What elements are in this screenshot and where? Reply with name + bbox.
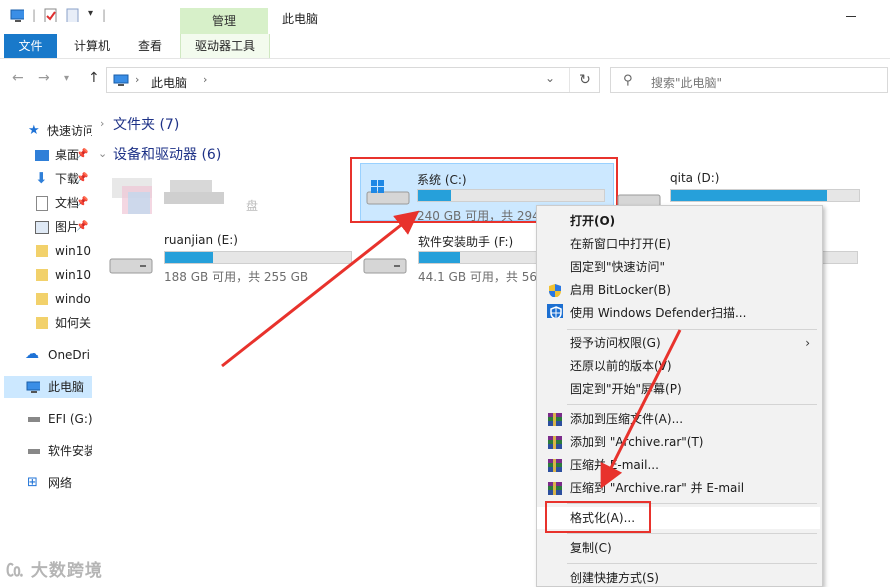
annotation-arrow [600, 329, 682, 489]
watermark-text: 大数跨境 [30, 561, 103, 581]
annotation-arrow [221, 210, 420, 368]
watermark-icon: ㏇ [6, 561, 24, 581]
watermark-logo: ㏇ 大数跨境 [6, 556, 103, 581]
annotation-arrows [221, 210, 682, 489]
